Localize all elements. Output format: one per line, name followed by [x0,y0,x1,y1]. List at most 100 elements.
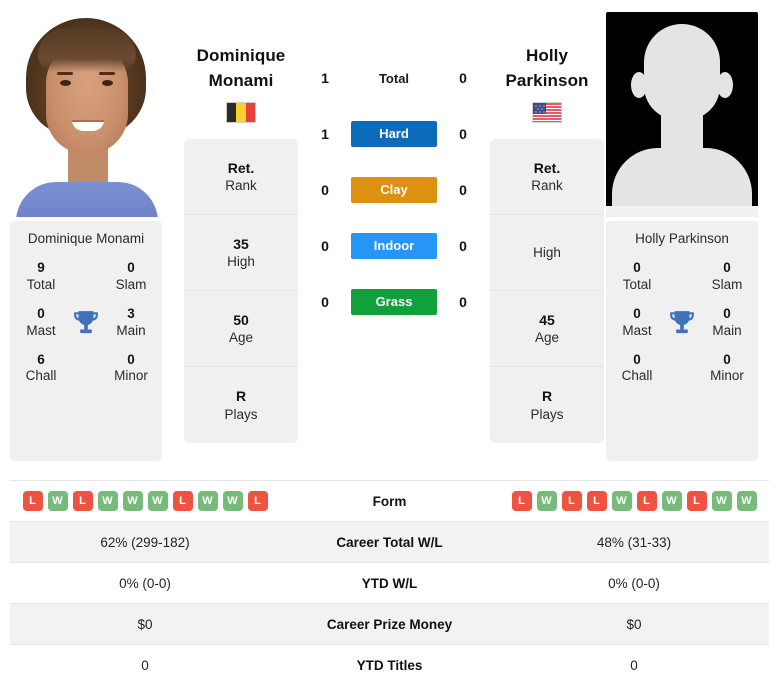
silhouette-head [644,24,720,120]
right-career-prize-money: $0 [499,603,769,645]
h2h-hard-right: 0 [459,126,467,142]
right-stat-age-label: Age [534,330,560,346]
right-form-badge[interactable]: W [661,491,682,511]
left-form-badge[interactable]: W [197,491,218,511]
left-stat-rank: Ret. Rank [184,139,298,216]
left-form-badge[interactable]: L [172,491,193,511]
left-titles-chall-label: Chall [25,368,57,384]
right-titles-main-label: Main [712,322,742,338]
right-titles-chall-value: 0 [633,351,641,367]
left-titles-slam-label: Slam [115,276,147,292]
comparison-table: LWLWWWLWWL Form LWLLWLWLWW 62% (299-182)… [10,480,769,686]
surface-badge-indoor[interactable]: Indoor [351,233,437,259]
left-player-name-header[interactable]: Dominique Monami [184,24,298,124]
right-player-name-header[interactable]: Holly Parkinson [490,24,604,124]
left-titles-chall-value: 6 [37,351,45,367]
h2h-total-left: 1 [321,70,329,86]
portrait-brow-right [99,72,115,75]
left-career-total-wl: 62% (299-182) [10,521,280,563]
right-form-badge[interactable]: W [536,491,557,511]
left-form-badge[interactable]: W [122,491,143,511]
right-player-stat-card: Ret. Rank High 45 Age R Plays [490,139,604,444]
left-titles-mast-value: 0 [37,305,45,321]
left-form-badge[interactable]: L [247,491,268,511]
left-form-badge[interactable]: W [147,491,168,511]
left-ytd-wl: 0% (0-0) [10,562,280,604]
comparison-header-area: Dominique Monami 9 Total 0 Slam 0 Mast 3… [0,0,779,480]
trophy-icon-glyph [74,310,98,333]
left-stat-plays-label: Plays [224,406,258,422]
right-titles-minor-label: Minor [710,368,744,384]
left-player-photo-column: Dominique Monami 9 Total 0 Slam 0 Mast 3… [10,12,162,461]
left-titles-mast: 0 Mast [16,306,66,340]
table-row-ytd-wl: 0% (0-0) YTD W/L 0% (0-0) [10,562,769,604]
row-label-form: Form [280,480,499,522]
right-form-badge[interactable]: W [736,491,757,511]
h2h-grass-label-wrap: Grass [336,289,452,315]
portrait-fringe [38,28,136,72]
left-stat-plays-value: R [235,388,247,405]
right-titles-slam-label: Slam [711,276,743,292]
right-player-first-name: Holly [525,46,569,65]
left-form-badge[interactable]: L [22,491,43,511]
left-titles-grid: 9 Total 0 Slam 0 Mast 3 Main 6 Chall 0 M… [16,260,156,385]
right-career-total-wl: 48% (31-33) [499,521,769,563]
silhouette-body [612,148,752,210]
silhouette-base [606,206,758,217]
h2h-grass-right: 0 [459,294,467,310]
row-label-ytd-wl: YTD W/L [280,562,499,604]
h2h-indoor-left: 0 [321,238,329,254]
h2h-indoor-label-wrap: Indoor [336,233,452,259]
left-player-first-name: Dominique [196,46,286,65]
right-titles-main: 0 Main [702,306,752,340]
table-row-career-total-wl: 62% (299-182) Career Total W/L 48% (31-3… [10,521,769,563]
right-stat-plays-value: R [541,388,553,405]
row-label-career-prize-money: Career Prize Money [280,603,499,645]
right-titles-minor: 0 Minor [702,352,752,386]
right-form-badge[interactable]: L [586,491,607,511]
right-form-badge[interactable]: L [636,491,657,511]
portrait-eye-right [102,80,113,86]
left-player-titles-card: Dominique Monami 9 Total 0 Slam 0 Mast 3… [10,221,162,461]
surface-badge-clay[interactable]: Clay [351,177,437,203]
h2h-row-total: 1 Total 0 [314,50,474,106]
left-ytd-titles: 0 [10,644,280,686]
right-stat-age: 45 Age [490,291,604,368]
h2h-total-label: Total [378,70,410,86]
left-titles-slam-value: 0 [127,260,135,275]
right-form-strip: LWLLWLWLWW [499,491,769,511]
right-player-info-column: Holly Parkinson Ret. Rank High 45 Age R … [490,46,604,444]
right-stat-plays: R Plays [490,367,604,443]
left-form-badge[interactable]: W [97,491,118,511]
right-stat-high: High [490,215,604,292]
right-stat-rank-value: Ret. [533,159,561,176]
row-label-ytd-titles: YTD Titles [280,644,499,686]
row-label-career-total-wl: Career Total W/L [280,521,499,563]
right-form-badge[interactable]: L [686,491,707,511]
left-form-badge[interactable]: W [222,491,243,511]
left-stat-rank-value: Ret. [227,159,255,176]
left-stat-age: 50 Age [184,291,298,368]
left-titles-main-label: Main [116,322,146,338]
h2h-indoor-right: 0 [459,238,467,254]
surface-badge-grass[interactable]: Grass [351,289,437,315]
left-form-badge[interactable]: L [72,491,93,511]
h2h-total-label-wrap: Total [336,71,452,86]
h2h-row-hard: 1 Hard 0 [314,106,474,162]
left-stat-high-label: High [227,254,255,270]
right-form-badge[interactable]: L [511,491,532,511]
right-form-badge[interactable]: W [711,491,732,511]
surface-badge-hard[interactable]: Hard [351,121,437,147]
left-form-strip: LWLWWWLWWL [10,491,280,511]
left-player-stat-card: Ret. Rank 35 High 50 Age R Plays [184,139,298,444]
table-row-ytd-titles: 0 YTD Titles 0 [10,644,769,686]
right-form-badge[interactable]: W [611,491,632,511]
right-form-badge[interactable]: L [561,491,582,511]
left-titles-total-label: Total [26,276,56,292]
right-titles-mast: 0 Mast [612,306,662,340]
h2h-row-grass: 0 Grass 0 [314,274,474,330]
h2h-clay-label-wrap: Clay [336,177,452,203]
left-form-badge[interactable]: W [47,491,68,511]
left-titles-minor: 0 Minor [106,352,156,386]
portrait-eye-left [60,80,71,86]
